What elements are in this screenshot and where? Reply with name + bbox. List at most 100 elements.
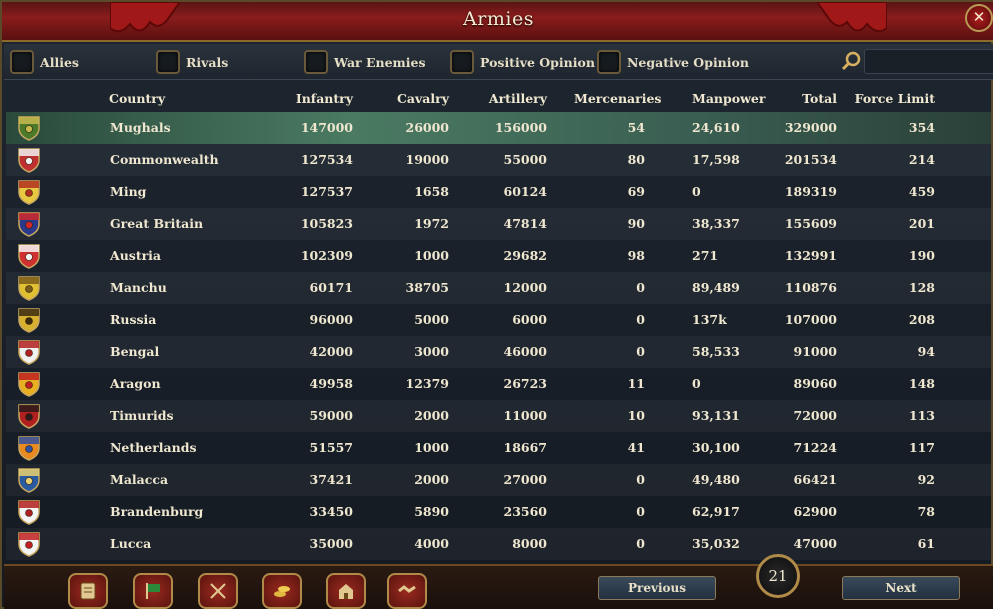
cell-manpower: 38,337	[692, 216, 740, 231]
cell-country[interactable]: Mughals	[110, 120, 171, 135]
cell-artillery: 23560	[503, 504, 548, 519]
armies-table: Country Infantry Cavalry Artillery Merce…	[6, 84, 991, 560]
filter-positive-opinion[interactable]: Positive Opinion	[450, 49, 595, 75]
cell-mercenaries: 0	[636, 344, 645, 359]
cell-cavalry: 2000	[414, 408, 449, 423]
cell-total: 62900	[793, 504, 838, 519]
handshake-button[interactable]	[387, 573, 427, 609]
cell-artillery: 29682	[503, 248, 548, 263]
cell-total: 132991	[784, 248, 837, 263]
filter-rivals[interactable]: Rivals	[156, 49, 228, 75]
cell-country[interactable]: Aragon	[110, 376, 161, 391]
cell-country[interactable]: Russia	[110, 312, 156, 327]
coins-button[interactable]	[262, 573, 302, 609]
cell-manpower: 24,610	[692, 120, 740, 135]
country-flag-shield-icon[interactable]	[16, 179, 42, 205]
cell-cavalry: 19000	[405, 152, 450, 167]
cell-manpower: 0	[692, 376, 701, 391]
cell-country[interactable]: Timurids	[110, 408, 173, 423]
allies-checkbox[interactable]	[10, 50, 34, 74]
table-row[interactable]: Lucca 35000 4000 8000 0 35,032 47000 61	[6, 528, 991, 560]
cell-country[interactable]: Manchu	[110, 280, 167, 295]
table-row[interactable]: Bengal 42000 3000 46000 0 58,533 91000 94	[6, 336, 991, 368]
close-button[interactable]: ✕	[965, 4, 993, 32]
cell-country[interactable]: Brandenburg	[110, 504, 203, 519]
crossed-swords-button[interactable]	[198, 573, 238, 609]
negative-opinion-checkbox[interactable]	[597, 50, 621, 74]
cell-infantry: 49958	[309, 376, 354, 391]
table-row[interactable]: Commonwealth 127534 19000 55000 80 17,598 2015…	[6, 144, 991, 176]
cell-country[interactable]: Ming	[110, 184, 146, 199]
cell-cavalry: 12379	[405, 376, 450, 391]
cell-force-limit: 354	[908, 120, 935, 135]
column-header-country[interactable]: Country	[109, 91, 165, 106]
country-flag-shield-icon[interactable]	[16, 275, 42, 301]
table-row[interactable]: Netherlands 51557 1000 18667 41 30,100 71224 11…	[6, 432, 991, 464]
column-header-cavalry[interactable]: Cavalry	[397, 91, 449, 106]
country-flag-shield-icon[interactable]	[16, 435, 42, 461]
search-icon[interactable]	[840, 50, 862, 72]
cell-country[interactable]: Netherlands	[110, 440, 197, 455]
column-header-mercenaries[interactable]: Mercenaries	[574, 91, 661, 106]
column-header-total[interactable]: Total	[802, 91, 837, 106]
ledger-button[interactable]	[68, 573, 108, 609]
next-button[interactable]: Next	[842, 576, 960, 600]
table-row[interactable]: Brandenburg 33450 5890 23560 0 62,917 62900 78	[6, 496, 991, 528]
country-flag-shield-icon[interactable]	[16, 499, 42, 525]
cell-country[interactable]: Commonwealth	[110, 152, 219, 167]
flag-button[interactable]	[133, 573, 173, 609]
cell-country[interactable]: Austria	[110, 248, 161, 263]
country-flag-shield-icon[interactable]	[16, 307, 42, 333]
cell-artillery: 27000	[503, 472, 548, 487]
column-header-manpower[interactable]: Manpower	[692, 91, 765, 106]
table-row[interactable]: Mughals 147000 26000 156000 54 24,610 329000 35…	[6, 112, 991, 144]
cell-total: 71224	[793, 440, 838, 455]
cell-artillery: 60124	[503, 184, 548, 199]
table-row[interactable]: Malacca 37421 2000 27000 0 49,480 66421 92	[6, 464, 991, 496]
table-row[interactable]: Ming 127537 1658 60124 69 0 189319 459	[6, 176, 991, 208]
cell-country[interactable]: Bengal	[110, 344, 159, 359]
rivals-checkbox[interactable]	[156, 50, 180, 74]
column-header-infantry[interactable]: Infantry	[296, 91, 353, 106]
cell-force-limit: 128	[908, 280, 935, 295]
cell-country[interactable]: Great Britain	[110, 216, 203, 231]
filter-negative-opinion[interactable]: Negative Opinion	[597, 49, 749, 75]
table-row[interactable]: Russia 96000 5000 6000 0 137k 107000 208	[6, 304, 991, 336]
cell-country[interactable]: Malacca	[110, 472, 168, 487]
previous-button[interactable]: Previous	[598, 576, 716, 600]
filter-war-enemies[interactable]: War Enemies	[304, 49, 426, 75]
country-flag-shield-icon[interactable]	[16, 147, 42, 173]
filter-bar: Allies Rivals War Enemies Positive Opini…	[4, 44, 993, 80]
flag-icon	[146, 583, 160, 599]
buildings-button[interactable]	[326, 573, 366, 609]
cell-cavalry: 1000	[414, 248, 449, 263]
column-header-force-limit[interactable]: Force Limit	[855, 91, 935, 106]
table-row[interactable]: Timurids 59000 2000 11000 10 93,131 72000 113	[6, 400, 991, 432]
cell-country[interactable]: Lucca	[110, 536, 151, 551]
country-flag-shield-icon[interactable]	[16, 243, 42, 269]
cell-artillery: 47814	[503, 216, 548, 231]
search-input[interactable]	[864, 49, 993, 74]
war-enemies-checkbox[interactable]	[304, 50, 328, 74]
cell-infantry: 59000	[309, 408, 354, 423]
country-flag-shield-icon[interactable]	[16, 339, 42, 365]
cell-infantry: 102309	[300, 248, 353, 263]
country-flag-shield-icon[interactable]	[16, 115, 42, 141]
filter-allies[interactable]: Allies	[10, 49, 79, 75]
table-row[interactable]: Austria 102309 1000 29682 98 271 132991 190	[6, 240, 991, 272]
table-row[interactable]: Manchu 60171 38705 12000 0 89,489 110876 128	[6, 272, 991, 304]
table-row[interactable]: Great Britain 105823 1972 47814 90 38,337 1556…	[6, 208, 991, 240]
table-row[interactable]: Aragon 49958 12379 26723 11 0 89060 148	[6, 368, 991, 400]
cell-manpower: 30,100	[692, 440, 740, 455]
cell-artillery: 12000	[503, 280, 548, 295]
country-flag-shield-icon[interactable]	[16, 371, 42, 397]
positive-opinion-checkbox[interactable]	[450, 50, 474, 74]
country-flag-shield-icon[interactable]	[16, 211, 42, 237]
cell-total: 189319	[784, 184, 837, 199]
cell-total: 329000	[784, 120, 837, 135]
cell-mercenaries: 0	[636, 536, 645, 551]
country-flag-shield-icon[interactable]	[16, 467, 42, 493]
column-header-artillery[interactable]: Artillery	[489, 91, 547, 106]
country-flag-shield-icon[interactable]	[16, 531, 42, 557]
country-flag-shield-icon[interactable]	[16, 403, 42, 429]
